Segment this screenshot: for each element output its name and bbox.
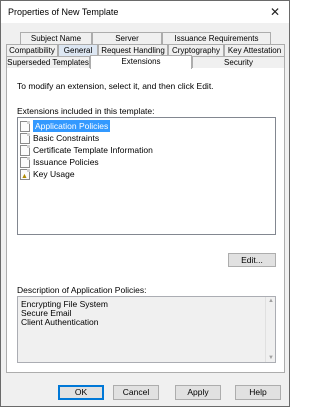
- description-scrollbar[interactable]: ▲ ▼: [265, 297, 275, 362]
- tab-row-1: Subject Name Server Issuance Requirement…: [6, 32, 285, 44]
- scroll-up-icon[interactable]: ▲: [267, 298, 275, 304]
- title-bar: Properties of New Template ✕: [1, 1, 289, 23]
- certificate-icon: [20, 120, 30, 132]
- tab-issuance-requirements[interactable]: Issuance Requirements: [162, 32, 271, 44]
- scroll-down-icon[interactable]: ▼: [267, 355, 275, 361]
- list-item-label: Application Policies: [33, 120, 111, 132]
- certificate-icon: [20, 132, 30, 144]
- help-button[interactable]: Help: [235, 385, 281, 400]
- certificate-icon: [20, 144, 30, 156]
- tab-compatibility[interactable]: Compatibility: [6, 44, 58, 56]
- tab-row-3: Superseded Templates Extensions Security: [6, 55, 285, 69]
- critical-certificate-icon: ▲: [20, 168, 30, 180]
- list-item[interactable]: ▲ Key Usage: [20, 168, 75, 180]
- list-item[interactable]: Basic Constraints: [20, 132, 99, 144]
- ok-button[interactable]: OK: [58, 385, 104, 400]
- list-item-label: Certificate Template Information: [33, 145, 153, 155]
- description-textbox[interactable]: Encrypting File System Secure Email Clie…: [17, 296, 276, 363]
- extensions-listbox[interactable]: Application Policies Basic Constraints C…: [17, 117, 276, 235]
- close-icon[interactable]: ✕: [261, 1, 289, 23]
- list-item[interactable]: Certificate Template Information: [20, 144, 153, 156]
- description-line: Client Authentication: [21, 317, 99, 327]
- cancel-button[interactable]: Cancel: [113, 385, 159, 400]
- tab-extensions[interactable]: Extensions: [90, 55, 192, 69]
- list-item-label: Issuance Policies: [33, 157, 99, 167]
- tab-security[interactable]: Security: [192, 56, 285, 68]
- list-item-label: Key Usage: [33, 169, 75, 179]
- description-label: Description of Application Policies:: [17, 285, 147, 295]
- tab-server[interactable]: Server: [92, 32, 162, 44]
- edit-button[interactable]: Edit...: [228, 253, 276, 267]
- instructions-text: To modify an extension, select it, and t…: [17, 81, 214, 91]
- extensions-list-label: Extensions included in this template:: [17, 106, 155, 116]
- tab-subject-name[interactable]: Subject Name: [20, 32, 92, 44]
- certificate-icon: [20, 156, 30, 168]
- properties-dialog: Properties of New Template ✕ Subject Nam…: [0, 0, 290, 407]
- list-item-label: Basic Constraints: [33, 133, 100, 143]
- apply-button[interactable]: Apply: [175, 385, 221, 400]
- tab-superseded-templates[interactable]: Superseded Templates: [6, 56, 90, 68]
- tab-key-attestation[interactable]: Key Attestation: [224, 44, 285, 56]
- window-title: Properties of New Template: [8, 7, 119, 17]
- extensions-tab-panel: To modify an extension, select it, and t…: [6, 67, 285, 373]
- list-item[interactable]: Issuance Policies: [20, 156, 99, 168]
- list-item[interactable]: Application Policies: [20, 120, 111, 132]
